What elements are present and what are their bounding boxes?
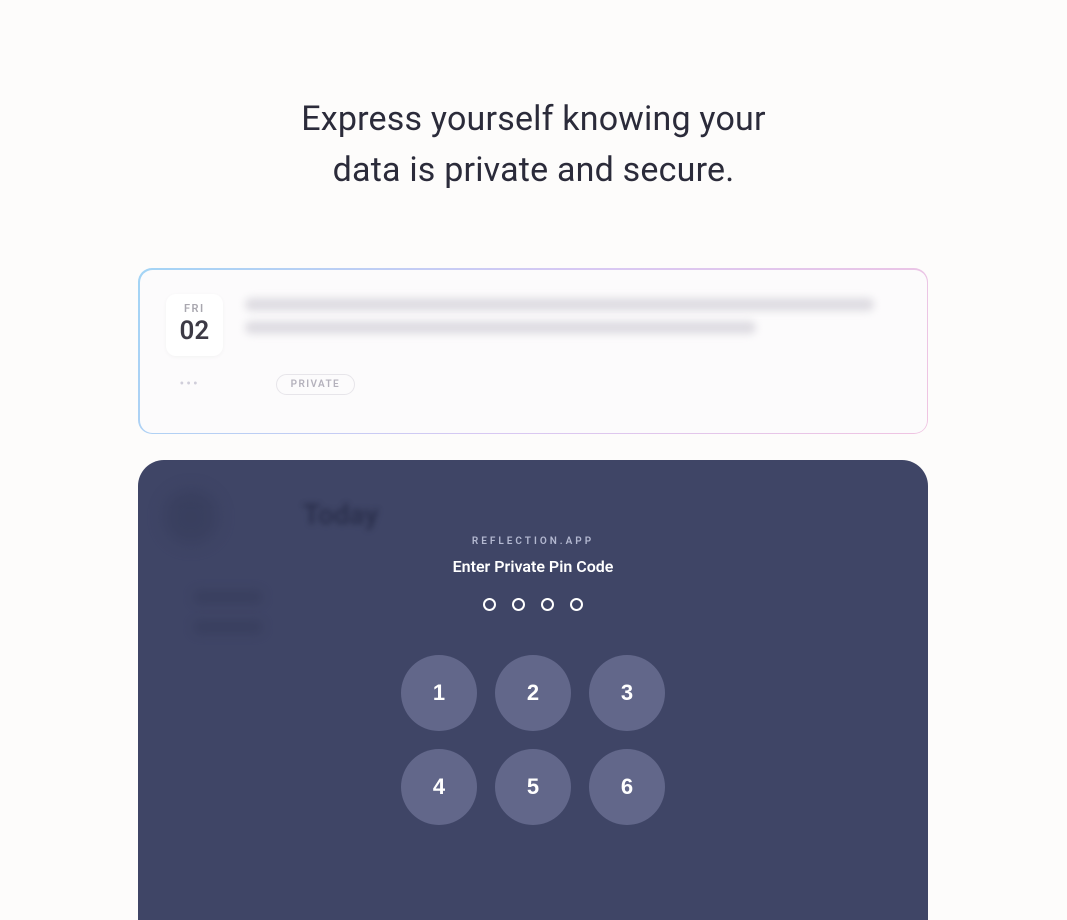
headline-line-1: Express yourself knowing your — [0, 94, 1067, 145]
pin-prompt: Enter Private Pin Code — [453, 557, 614, 576]
pin-dot — [541, 598, 554, 611]
entry-day-number: 02 — [180, 316, 210, 346]
private-badge: PRIVATE — [276, 374, 355, 395]
entry-date: FRI 02 — [166, 294, 224, 356]
keypad-1[interactable]: 1 — [401, 655, 477, 731]
pin-dot — [483, 598, 496, 611]
pin-indicator — [483, 598, 583, 611]
more-icon[interactable]: ••• — [166, 376, 200, 392]
keypad-3[interactable]: 3 — [589, 655, 665, 731]
keypad-6[interactable]: 6 — [589, 749, 665, 825]
pin-dot — [512, 598, 525, 611]
headline: Express yourself knowing your data is pr… — [0, 0, 1067, 196]
keypad-2[interactable]: 2 — [495, 655, 571, 731]
blurred-entry-text — [245, 294, 900, 356]
app-label: REFLECTION.APP — [472, 536, 594, 547]
private-entry-card[interactable]: FRI 02 ••• PRIVATE — [138, 268, 928, 434]
entry-day-abbrev: FRI — [180, 302, 210, 315]
pin-dot — [570, 598, 583, 611]
headline-line-2: data is private and secure. — [0, 145, 1067, 196]
keypad-4[interactable]: 4 — [401, 749, 477, 825]
keypad-5[interactable]: 5 — [495, 749, 571, 825]
pin-lock-screen: Today REFLECTION.APP Enter Private Pin C… — [138, 460, 928, 920]
